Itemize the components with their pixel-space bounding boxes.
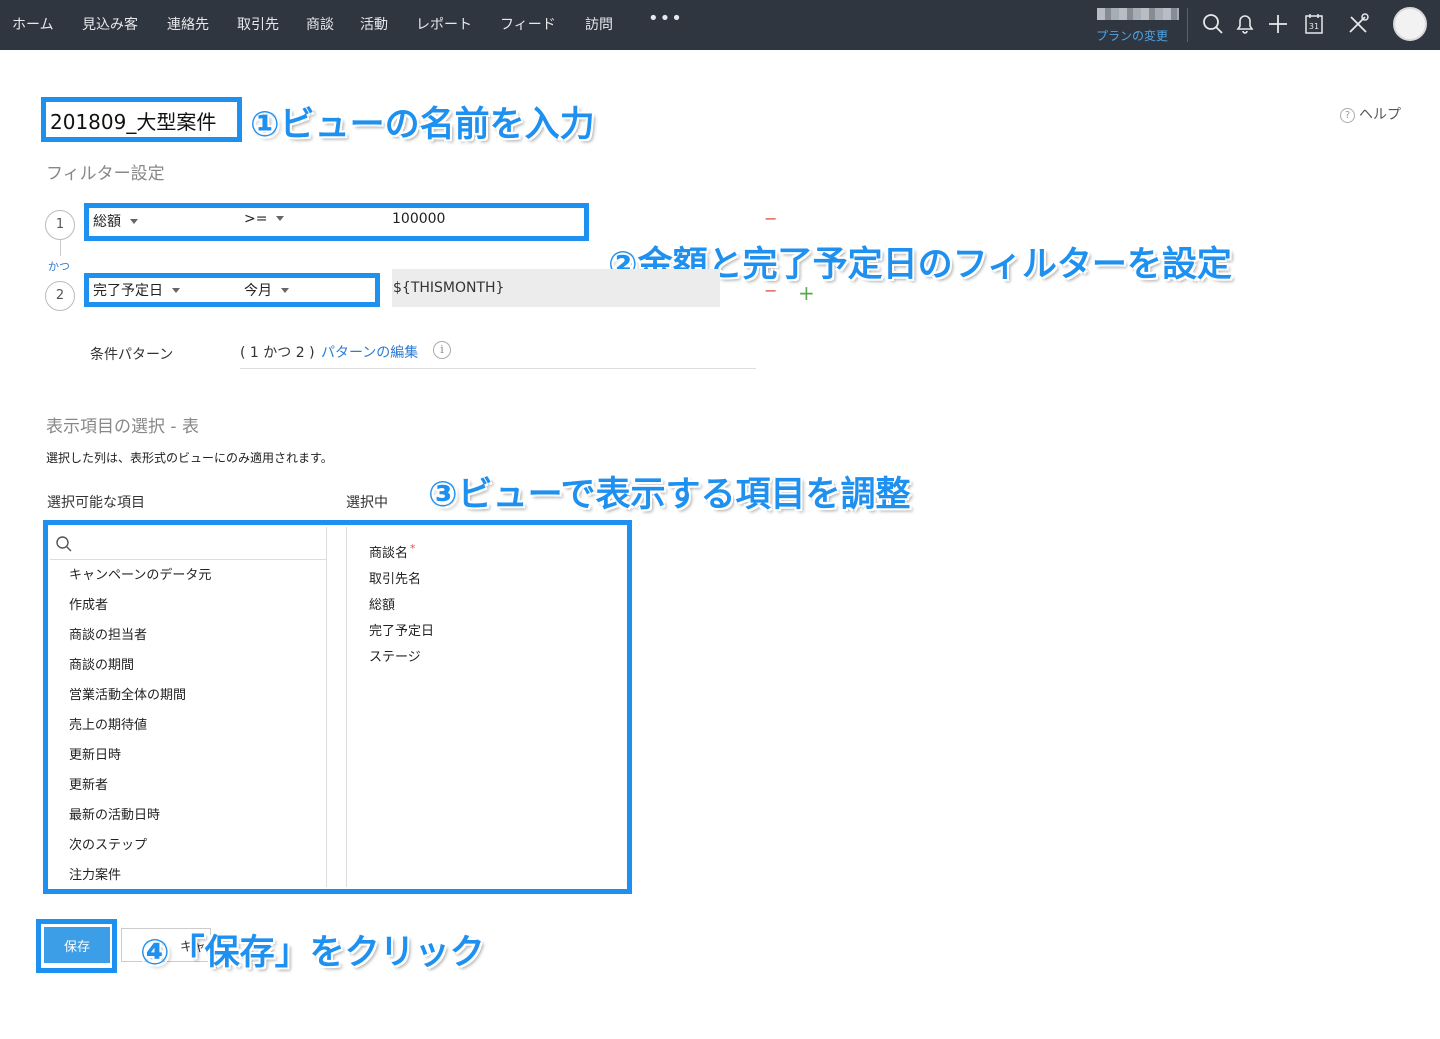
filter-row-1-operator-select[interactable]: >=: [244, 211, 285, 227]
save-button[interactable]: 保存: [44, 927, 110, 963]
filter-row-1-field: 総額: [93, 214, 121, 230]
nav-item-feeds[interactable]: フィード: [500, 14, 556, 34]
chevron-down-icon: [281, 288, 289, 293]
remove-filter-row-2-button[interactable]: −: [764, 281, 777, 300]
pattern-underline: [240, 368, 756, 369]
help-label: ヘルプ: [1359, 107, 1401, 123]
remove-filter-row-1-button[interactable]: −: [764, 209, 777, 228]
filter-row-1-value[interactable]: 100000: [392, 211, 445, 227]
nav-item-activities[interactable]: 活動: [360, 14, 388, 34]
help-link[interactable]: ? ヘルプ: [1340, 104, 1401, 124]
filter-row-1-number: 1: [45, 210, 75, 240]
avatar[interactable]: [1393, 7, 1427, 41]
available-item[interactable]: 作成者: [69, 594, 108, 613]
available-item[interactable]: キャンペーンのデータ元: [69, 564, 211, 583]
chevron-down-icon: [172, 288, 180, 293]
nav-item-home[interactable]: ホーム: [12, 14, 54, 34]
edit-pattern-link[interactable]: パターンの編集: [321, 342, 418, 362]
annotation-1: ①ビューの名前を入力: [250, 105, 595, 145]
filter-row-1-operator: >=: [244, 211, 268, 227]
selected-item[interactable]: ステージ: [369, 646, 421, 665]
top-nav: ホーム 見込み客 連絡先 取引先 商談 活動 レポート フィード 訪問 ••• …: [0, 0, 1440, 50]
nav-item-leads[interactable]: 見込み客: [82, 14, 138, 34]
calendar-icon[interactable]: 31: [1301, 11, 1327, 37]
selected-item[interactable]: 取引先名: [369, 568, 421, 587]
nav-item-reports[interactable]: レポート: [416, 14, 472, 34]
and-label: かつ: [48, 260, 70, 273]
column-search-input[interactable]: [78, 531, 318, 555]
filter-row-2-value-input[interactable]: [392, 269, 720, 307]
filter-section-title: フィルター設定: [46, 164, 165, 184]
available-item[interactable]: 次のステップ: [69, 834, 147, 853]
selected-item[interactable]: 完了予定日: [369, 620, 434, 639]
plus-icon[interactable]: [1265, 11, 1291, 37]
columns-section-title: 表示項目の選択 - 表: [46, 417, 199, 437]
plan-change-link[interactable]: プランの変更: [1096, 27, 1168, 44]
annotation-3: ③ビューで表示する項目を調整: [428, 475, 911, 515]
selected-item-label: 商談名: [369, 546, 409, 561]
info-icon[interactable]: i: [433, 341, 451, 359]
filter-row-2-field-select[interactable]: 完了予定日: [93, 280, 180, 300]
available-columns-list: キャンペーンのデータ元 作成者 商談の担当者 商談の期間 営業活動全体の期間 売…: [50, 527, 327, 887]
highlight-filter-row-1: [84, 203, 589, 241]
annotation-4: ④「保存」をクリック: [140, 933, 485, 973]
search-icon: [56, 536, 72, 552]
available-item[interactable]: 注力案件: [69, 864, 121, 883]
selected-columns-list: 商談名 * 取引先名 総額 完了予定日 ステージ: [346, 527, 625, 887]
condition-pattern-label: 条件パターン: [90, 347, 174, 363]
condition-pattern-value: ( 1 かつ 2 ): [240, 345, 315, 361]
chevron-down-icon: [130, 219, 138, 224]
tools-icon[interactable]: [1345, 11, 1371, 37]
filter-row-2-operator-select[interactable]: 今月: [244, 280, 289, 300]
nav-item-visits[interactable]: 訪問: [585, 14, 613, 34]
column-search: [50, 527, 326, 560]
selected-item[interactable]: 商談名 *: [369, 542, 416, 561]
view-name-input[interactable]: [50, 104, 234, 136]
nav-item-contacts[interactable]: 連絡先: [167, 14, 209, 34]
nav-divider: [1187, 8, 1188, 42]
add-filter-row-button[interactable]: +: [798, 281, 815, 305]
chevron-down-icon: [276, 216, 285, 221]
available-item[interactable]: 更新日時: [69, 744, 121, 763]
filter-row-2-field: 完了予定日: [93, 283, 163, 299]
search-icon[interactable]: [1200, 11, 1226, 37]
calendar-day: 31: [1309, 22, 1319, 31]
nav-item-accounts[interactable]: 取引先: [237, 14, 279, 34]
available-item[interactable]: 売上の期待値: [69, 714, 147, 733]
filter-row-1-field-select[interactable]: 総額: [93, 211, 138, 231]
available-item[interactable]: 最新の活動日時: [69, 804, 160, 823]
org-name-blurred: [1097, 8, 1179, 20]
selected-item[interactable]: 総額: [369, 594, 395, 613]
filter-connector-line: [60, 240, 61, 256]
available-item[interactable]: 営業活動全体の期間: [69, 684, 186, 703]
available-item[interactable]: 商談の期間: [69, 654, 134, 673]
available-item[interactable]: 商談の担当者: [69, 624, 147, 643]
available-item[interactable]: 更新者: [69, 774, 108, 793]
more-menu-icon[interactable]: •••: [648, 8, 683, 29]
selected-columns-label: 選択中: [346, 495, 388, 511]
columns-note: 選択した列は、表形式のビューにのみ適用されます。: [46, 451, 333, 465]
bell-icon[interactable]: [1232, 11, 1258, 37]
help-icon: ?: [1340, 108, 1355, 123]
required-mark: *: [410, 542, 416, 555]
filter-row-2-operator: 今月: [244, 283, 272, 299]
nav-item-deals[interactable]: 商談: [306, 14, 334, 34]
available-columns-label: 選択可能な項目: [47, 495, 145, 511]
filter-row-2-number: 2: [45, 281, 75, 311]
